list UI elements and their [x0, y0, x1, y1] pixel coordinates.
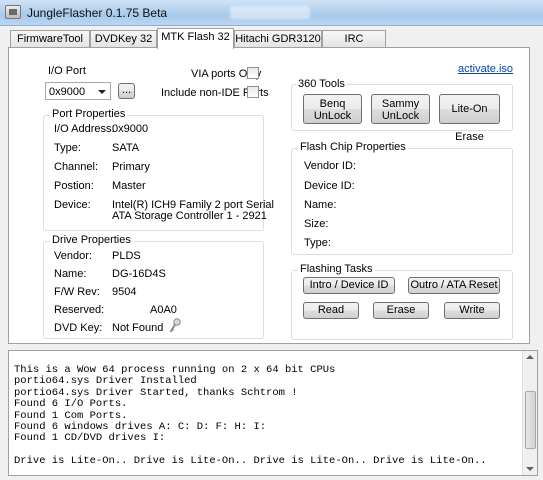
- log-scrollbar[interactable]: [522, 351, 537, 475]
- io-address-key: I/O Address:: [54, 123, 115, 135]
- erase-button[interactable]: Erase: [373, 302, 429, 319]
- dvd-key-key: DVD Key:: [54, 322, 103, 334]
- device-id-key: Device ID:: [304, 180, 355, 192]
- scroll-thumb[interactable]: [525, 391, 536, 449]
- tools-360-title: 360 Tools: [296, 78, 347, 90]
- tab-dvdkey[interactable]: DVDKey 32: [90, 30, 157, 48]
- outro-ata-reset-button[interactable]: Outro / ATA Reset: [408, 277, 500, 294]
- title-bar: JungleFlasher 0.1.75 Beta: [0, 0, 543, 26]
- fw-rev-value: 9504: [112, 286, 137, 298]
- io-port-value: 0x9000: [49, 86, 86, 98]
- chevron-down-icon: [98, 90, 106, 94]
- vendor-id-key: Vendor ID:: [304, 160, 356, 172]
- io-port-select[interactable]: 0x9000: [45, 82, 111, 100]
- channel-key: Channel:: [54, 161, 99, 173]
- tab-hitachi[interactable]: Hitachi GDR3120: [234, 30, 322, 48]
- scroll-down-icon[interactable]: [526, 467, 534, 471]
- port-properties-title: Port Properties: [50, 108, 128, 120]
- tab-firmwaretool[interactable]: FirmwareTool 32: [10, 30, 90, 61]
- drive-properties-title: Drive Properties: [50, 234, 133, 246]
- channel-value: Primary: [112, 161, 150, 173]
- flash-chip-title: Flash Chip Properties: [298, 141, 408, 153]
- benq-unlock-label-2: UnLock: [313, 110, 352, 122]
- io-address-value: 0x9000: [112, 123, 149, 135]
- log-line: portio64.sys Driver Installed: [14, 375, 197, 388]
- sammy-unlock-button[interactable]: Sammy UnLock: [371, 94, 430, 124]
- sammy-unlock-label-2: UnLock: [381, 110, 420, 122]
- activate-iso-link[interactable]: activate.iso: [458, 63, 513, 75]
- flashing-tasks-title: Flashing Tasks: [298, 263, 375, 275]
- benq-unlock-button[interactable]: Benq UnLock: [303, 94, 362, 124]
- type-value: SATA: [112, 142, 140, 154]
- io-port-label: I/O Port: [48, 65, 86, 77]
- log-line: This is a Wow 64 process running on 2 x …: [14, 364, 336, 376]
- mtk-flash-panel: I/O Port 0x9000 ... VIA ports Only Inclu…: [8, 47, 530, 344]
- app-icon: [5, 5, 21, 19]
- position-value: Master: [112, 180, 146, 192]
- tab-mtk-flash[interactable]: MTK Flash 32: [157, 28, 234, 49]
- device-key: Device:: [54, 199, 91, 211]
- title-blur-decoration: [230, 6, 310, 19]
- scroll-up-icon[interactable]: [526, 355, 534, 359]
- key-icon[interactable]: [168, 318, 182, 334]
- chip-name-key: Name:: [304, 199, 337, 211]
- log-line: Found 1 CD/DVD drives I:: [14, 432, 166, 445]
- log-line: Found 6 windows drives A: C: D: F: H: I:: [14, 421, 267, 434]
- via-ports-checkbox[interactable]: [247, 67, 259, 79]
- vendor-value: PLDS: [112, 250, 141, 262]
- position-key: Postion:: [54, 180, 94, 192]
- chip-size-key: Size:: [304, 218, 329, 230]
- liteon-erase-button[interactable]: Lite-On Erase: [439, 94, 500, 143]
- reserved-value: A0A0: [150, 304, 177, 316]
- device-value-line2: ATA Storage Controller 1 - 2921: [112, 210, 267, 222]
- name-key: Name:: [54, 268, 87, 280]
- reserved-key: Reserved:: [54, 304, 105, 316]
- window-title: JungleFlasher 0.1.75 Beta: [27, 6, 168, 20]
- include-non-ide-checkbox[interactable]: [247, 86, 259, 98]
- log-line: portio64.sys Driver Started, thanks Scht…: [14, 386, 298, 399]
- intro-device-id-button[interactable]: Intro / Device ID: [303, 277, 395, 294]
- log-output[interactable]: This is a Wow 64 process running on 2 x …: [8, 350, 538, 476]
- tab-strip: FirmwareTool 32 DVDKey 32 MTK Flash 32 H…: [8, 28, 538, 61]
- name-value: DG-16D4S: [112, 268, 166, 280]
- chip-type-key: Type:: [304, 237, 331, 249]
- browse-port-button[interactable]: ...: [118, 83, 135, 99]
- sammy-unlock-label-1: Sammy: [381, 98, 420, 110]
- log-line: Drive is Lite-On.. Drive is Lite-On.. Dr…: [14, 455, 487, 468]
- log-line: Found 1 Com Ports.: [14, 409, 128, 422]
- benq-unlock-label-1: Benq: [319, 98, 346, 110]
- tab-irc-channel[interactable]: IRC Channel: [322, 30, 386, 61]
- type-key: Type:: [54, 142, 81, 154]
- log-line: Found 6 I/O Ports.: [14, 398, 128, 411]
- vendor-key: Vendor:: [54, 250, 92, 262]
- read-button[interactable]: Read: [303, 302, 359, 319]
- write-button[interactable]: Write: [444, 302, 500, 319]
- fw-rev-key: F/W Rev:: [54, 286, 100, 298]
- dvd-key-value: Not Found: [112, 322, 164, 334]
